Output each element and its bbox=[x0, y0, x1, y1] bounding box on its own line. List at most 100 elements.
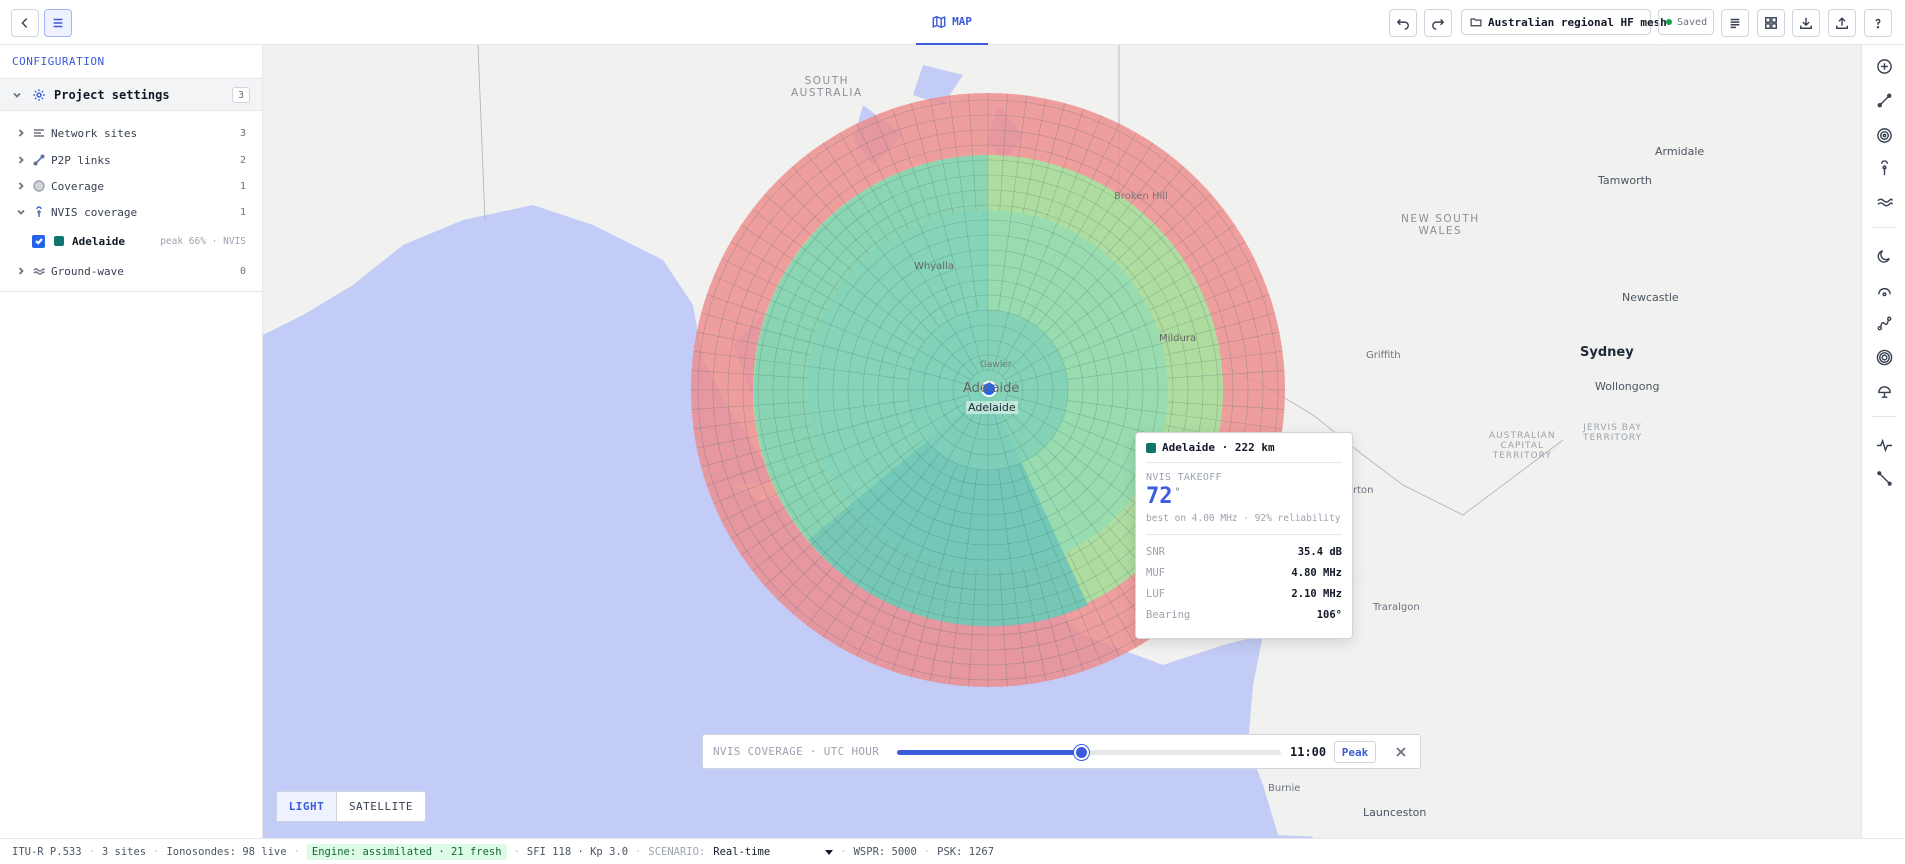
chevron-right-icon bbox=[18, 182, 24, 190]
link-icon bbox=[1877, 93, 1891, 107]
nvis-item-meta: peak 66% · NVIS bbox=[160, 235, 246, 247]
help-button[interactable] bbox=[1864, 9, 1892, 37]
nvis-tool[interactable] bbox=[1874, 158, 1894, 178]
measure-tool[interactable] bbox=[1874, 468, 1894, 488]
saved-dot-icon bbox=[1666, 19, 1672, 25]
map-label-burnie: Burnie bbox=[1268, 783, 1301, 794]
grid-icon bbox=[1765, 17, 1777, 29]
tooltip-row-muf: MUF 4.80 MHz bbox=[1146, 562, 1342, 583]
toolbar-divider bbox=[1872, 416, 1896, 417]
map-icon bbox=[932, 15, 946, 28]
path-tool[interactable] bbox=[1874, 313, 1894, 333]
back-button[interactable] bbox=[11, 9, 39, 37]
upload-button[interactable] bbox=[1828, 9, 1856, 37]
map-label-launceston: Launceston bbox=[1363, 806, 1427, 819]
grid-view-button[interactable] bbox=[1757, 9, 1785, 37]
tooltip-title: Adelaide · 222 km bbox=[1162, 441, 1275, 454]
map-label-tamworth: Tamworth bbox=[1598, 174, 1652, 187]
download-icon bbox=[1800, 17, 1812, 29]
status-sfi: SFI 118 · Kp 3.0 bbox=[526, 845, 629, 858]
utc-hour-value: 11:00 bbox=[1290, 745, 1327, 759]
map-label-mildura: Mildura bbox=[1159, 333, 1197, 344]
sidebar-item-ground-wave[interactable]: Ground-wave 0 bbox=[0, 260, 262, 282]
map-label-nsw: NEW SOUTH WALES bbox=[1401, 213, 1480, 237]
map-label-act: AUSTRALIAN CAPITAL TERRITORY bbox=[1489, 431, 1556, 461]
sidebar-item-count: 1 bbox=[239, 180, 246, 192]
status-bar: ITU-R P.533 · 3 sites · Ionosondes: 98 l… bbox=[0, 838, 1905, 864]
map-label-traralgon: Traralgon bbox=[1373, 602, 1420, 613]
redo-button[interactable] bbox=[1424, 9, 1452, 37]
scenario-select[interactable]: Real-time bbox=[713, 846, 834, 858]
sidebar-item-label: Ground-wave bbox=[51, 264, 124, 278]
basemap-satellite-button[interactable]: SATELLITE bbox=[337, 792, 425, 821]
project-settings-row[interactable]: Project settings 3 bbox=[0, 78, 262, 111]
tooltip-key: MUF bbox=[1146, 566, 1165, 579]
download-button[interactable] bbox=[1792, 9, 1820, 37]
map-label-horton: rton bbox=[1353, 485, 1374, 496]
target-icon bbox=[1876, 127, 1892, 143]
p2p-link-tool[interactable] bbox=[1874, 90, 1894, 110]
map-label-whyalla: Whyalla bbox=[914, 261, 954, 272]
visibility-checkbox[interactable] bbox=[32, 234, 45, 248]
saved-label: Saved bbox=[1677, 16, 1708, 28]
tooltip-value: 35.4 dB bbox=[1297, 545, 1342, 558]
utc-hour-slider[interactable] bbox=[897, 745, 1281, 760]
list-view-button[interactable] bbox=[1721, 9, 1749, 37]
tooltip-row-snr: SNR 35.4 dB bbox=[1146, 541, 1342, 562]
project-name: Australian regional HF mesh bbox=[1488, 15, 1667, 29]
peak-button[interactable]: Peak bbox=[1334, 741, 1376, 763]
map-label-wollongong: Wollongong bbox=[1595, 380, 1660, 393]
ionosonde-tool[interactable] bbox=[1874, 381, 1894, 401]
sidebar-item-nvis-coverage[interactable]: NVIS coverage 1 bbox=[0, 201, 262, 223]
tooltip-takeoff: 72 ° bbox=[1146, 485, 1342, 509]
status-sites: 3 sites bbox=[101, 845, 147, 858]
menu-toggle-button[interactable] bbox=[44, 9, 72, 37]
menu-icon bbox=[53, 18, 63, 28]
color-swatch bbox=[1146, 442, 1156, 453]
sidebar-header: CONFIGURATION bbox=[12, 55, 105, 68]
sidebar-item-count: 1 bbox=[239, 206, 246, 218]
tab-map[interactable]: MAP bbox=[916, 0, 988, 45]
lines-icon bbox=[1730, 18, 1740, 29]
status-psk: PSK: 1267 bbox=[937, 845, 995, 858]
toolbar-divider bbox=[1872, 227, 1896, 228]
add-site-tool[interactable] bbox=[1874, 56, 1894, 76]
map-label-armidale: Armidale bbox=[1655, 145, 1705, 158]
tooltip-key: SNR bbox=[1146, 545, 1165, 558]
status-engine-badge: Engine: assimilated · 21 fresh bbox=[306, 843, 507, 860]
sidebar-item-network-sites[interactable]: Network sites 3 bbox=[0, 122, 262, 144]
night-mode-tool[interactable] bbox=[1874, 246, 1894, 266]
close-timebar-button[interactable] bbox=[1391, 742, 1411, 762]
map-label-jervis-bay: JERVIS BAY TERRITORY bbox=[1583, 423, 1643, 443]
folder-icon bbox=[1470, 18, 1482, 27]
project-settings-label: Project settings bbox=[54, 87, 170, 102]
gear-icon bbox=[33, 88, 45, 101]
map-label-gawler: Gawler bbox=[980, 360, 1012, 370]
rings-tool[interactable] bbox=[1874, 347, 1894, 367]
basemap-toggle: LIGHT SATELLITE bbox=[276, 791, 426, 822]
nvis-item-adelaide[interactable]: Adelaide peak 66% · NVIS bbox=[0, 228, 262, 254]
tooltip-header: Adelaide · 222 km bbox=[1146, 433, 1342, 463]
map-canvas[interactable]: SOUTH AUSTRALIA NEW SOUTH WALES AUSTRALI… bbox=[263, 45, 1861, 838]
tooltip-row-luf: LUF 2.10 MHz bbox=[1146, 583, 1342, 604]
right-toolbar bbox=[1861, 45, 1905, 838]
signal-tool[interactable] bbox=[1874, 435, 1894, 455]
undo-button[interactable] bbox=[1389, 9, 1417, 37]
color-swatch bbox=[54, 236, 64, 246]
project-selector[interactable]: Australian regional HF mesh bbox=[1461, 9, 1667, 35]
sidebar-item-coverage[interactable]: Coverage 1 bbox=[0, 175, 262, 197]
map-label-griffith: Griffith bbox=[1366, 350, 1401, 361]
chevron-right-icon bbox=[18, 156, 24, 164]
status-model: ITU-R P.533 bbox=[12, 845, 82, 858]
basemap-light-button[interactable]: LIGHT bbox=[277, 792, 337, 821]
skywave-tool[interactable] bbox=[1874, 280, 1894, 300]
sidebar-item-label: NVIS coverage bbox=[51, 205, 138, 219]
slider-thumb[interactable] bbox=[1074, 745, 1090, 760]
close-icon bbox=[1396, 747, 1406, 757]
tooltip-row-bearing: Bearing 106° bbox=[1146, 604, 1342, 625]
ground-wave-tool[interactable] bbox=[1874, 192, 1894, 212]
plus-circle-icon bbox=[1876, 58, 1892, 74]
sidebar-item-p2p-links[interactable]: P2P links 2 bbox=[0, 149, 262, 171]
check-icon bbox=[34, 238, 43, 245]
coverage-tool[interactable] bbox=[1874, 125, 1894, 145]
